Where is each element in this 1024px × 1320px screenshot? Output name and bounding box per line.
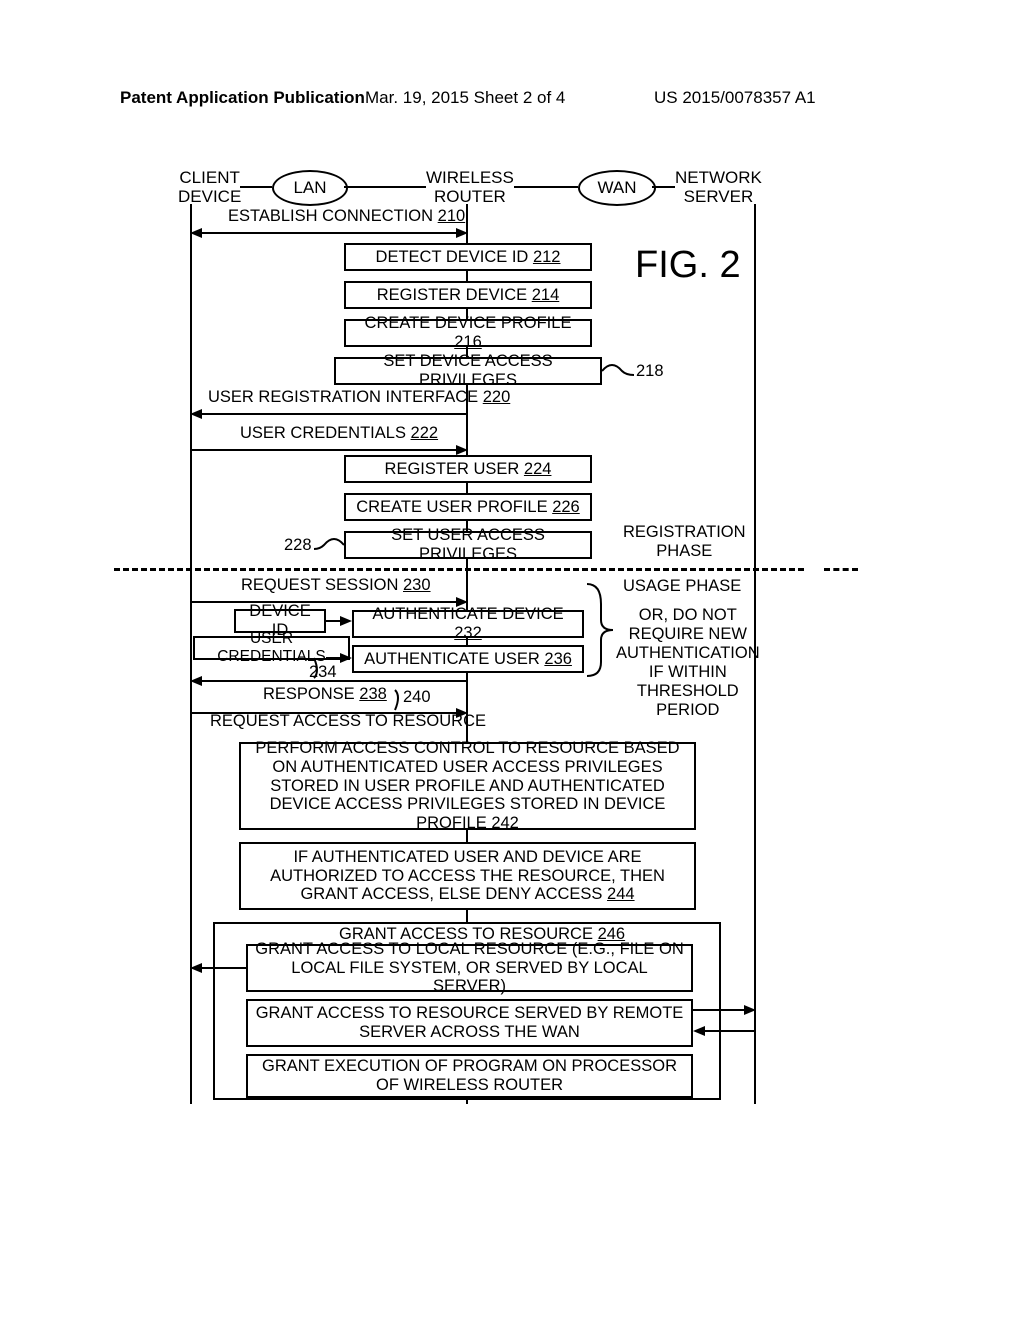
- register-user-text: REGISTER USER: [385, 460, 520, 478]
- arrow-grant-remote-in: [693, 1024, 756, 1038]
- box-register-user: REGISTER USER 224: [344, 455, 592, 483]
- create-device-profile-ref: 216: [454, 333, 482, 351]
- arrow-request-access: [190, 706, 468, 720]
- phase-divider-right: [824, 568, 858, 571]
- page-root: Patent Application Publication Mar. 19, …: [0, 0, 1024, 1320]
- create-user-profile-text: CREATE USER PROFILE: [356, 498, 547, 516]
- phase-divider: [114, 568, 804, 571]
- phase-usage: USAGE PHASE: [623, 577, 741, 596]
- stub-6: [466, 830, 468, 842]
- arrow-device-id: [326, 614, 352, 628]
- figure-label: FIG. 2: [635, 244, 741, 287]
- create-device-profile-text: CREATE DEVICE PROFILE: [365, 314, 572, 332]
- hline-client-lan: [240, 186, 272, 188]
- stub-2: [466, 309, 468, 319]
- lane-wireless-router: WIRELESS ROUTER: [426, 169, 514, 206]
- box-auth-user: AUTHENTICATE USER 236: [352, 645, 584, 673]
- box-grant-remote: GRANT ACCESS TO RESOURCE SERVED BY REMOT…: [246, 999, 693, 1047]
- side-note-auth: OR, DO NOT REQUIRE NEW AUTHENTICATION IF…: [616, 606, 760, 720]
- lane-client-device: CLIENT DEVICE: [178, 169, 241, 206]
- msg-user-cred: USER CREDENTIALS 222: [240, 424, 438, 443]
- create-user-profile-ref: 226: [552, 498, 580, 516]
- grant-remote-text: GRANT ACCESS TO RESOURCE SERVED BY REMOT…: [254, 1004, 685, 1042]
- leader-228: [314, 533, 344, 557]
- register-device-ref: 214: [532, 286, 560, 304]
- lane-lan-oval: LAN: [272, 170, 348, 206]
- msg-establish-ref: 210: [438, 207, 466, 225]
- user-reg-if-ref: 220: [483, 388, 511, 406]
- arrow-establish: [190, 226, 468, 240]
- auth-device-text: AUTHENTICATE DEVICE: [372, 605, 563, 623]
- auth-user-ref: 236: [544, 650, 572, 668]
- auth-device-ref: 232: [454, 624, 482, 642]
- box-grant-local: GRANT ACCESS TO LOCAL RESOURCE (E.G., FI…: [246, 944, 693, 992]
- box-set-device-priv: SET DEVICE ACCESS PRIVILEGES: [334, 357, 602, 385]
- perform-access-text: PERFORM ACCESS CONTROL TO RESOURCE BASED…: [255, 739, 679, 833]
- grant-exec-text: GRANT EXECUTION OF PROGRAM ON PROCESSOR …: [254, 1057, 685, 1095]
- set-device-priv-text: SET DEVICE ACCESS PRIVILEGES: [342, 352, 594, 390]
- ref-228: 228: [284, 536, 312, 555]
- grant-local-text: GRANT ACCESS TO LOCAL RESOURCE (E.G., FI…: [254, 940, 685, 997]
- header-publication: Patent Application Publication: [120, 88, 365, 108]
- if-authorized-ref: 244: [607, 885, 635, 903]
- phase-registration: REGISTRATION PHASE: [623, 523, 746, 561]
- hline-wan-server: [652, 186, 675, 188]
- box-create-device-profile: CREATE DEVICE PROFILE 216: [344, 319, 592, 347]
- register-device-text: REGISTER DEVICE: [377, 286, 527, 304]
- register-user-ref: 224: [524, 460, 552, 478]
- ref-218: 218: [636, 362, 664, 381]
- user-cred-ref: 222: [411, 424, 439, 442]
- box-set-user-priv: SET USER ACCESS PRIVILEGES: [344, 531, 592, 559]
- stub-4: [466, 483, 468, 493]
- arrow-user-reg-if: [190, 407, 468, 421]
- box-detect-device-id: DETECT DEVICE ID 212: [344, 243, 592, 271]
- arrow-user-cred-2: [326, 651, 352, 665]
- user-reg-if-text: USER REGISTRATION INTERFACE: [208, 388, 478, 406]
- lane-network-server: NETWORK SERVER: [675, 169, 762, 206]
- msg-establish-connection: ESTABLISH CONNECTION 210: [228, 207, 465, 226]
- box-if-authorized: IF AUTHENTICATED USER AND DEVICE ARE AUT…: [239, 842, 696, 910]
- hline-lan-router: [344, 186, 426, 188]
- header-pubnum: US 2015/0078357 A1: [654, 88, 816, 108]
- msg-request-session: REQUEST SESSION 230: [241, 576, 431, 595]
- detect-device-text: DETECT DEVICE ID: [376, 248, 529, 266]
- request-session-text: REQUEST SESSION: [241, 576, 398, 594]
- box-grant-exec: GRANT EXECUTION OF PROGRAM ON PROCESSOR …: [246, 1054, 693, 1098]
- hline-router-wan: [514, 186, 578, 188]
- stub-1: [466, 271, 468, 281]
- arrow-grant-remote-out: [693, 1003, 756, 1017]
- box-create-user-profile: CREATE USER PROFILE 226: [344, 493, 592, 521]
- arrow-grant-local: [190, 961, 246, 975]
- box-register-device: REGISTER DEVICE 214: [344, 281, 592, 309]
- leader-218: [602, 359, 634, 383]
- stub-7: [466, 910, 468, 922]
- lane-wan-oval: WAN: [578, 170, 656, 206]
- user-cred-text: USER CREDENTIALS: [240, 424, 406, 442]
- brace-usage: [587, 578, 617, 682]
- ref-240: 240: [403, 688, 431, 707]
- if-authorized-text: IF AUTHENTICATED USER AND DEVICE ARE AUT…: [270, 848, 665, 904]
- auth-user-text: AUTHENTICATE USER: [364, 650, 540, 668]
- header-date-sheet: Mar. 19, 2015 Sheet 2 of 4: [365, 88, 565, 108]
- set-user-priv-text: SET USER ACCESS PRIVILEGES: [352, 526, 584, 564]
- box-auth-device: AUTHENTICATE DEVICE 232: [352, 610, 584, 638]
- request-session-ref: 230: [403, 576, 431, 594]
- perform-access-ref: 242: [491, 814, 519, 832]
- msg-user-reg-if: USER REGISTRATION INTERFACE 220: [208, 388, 510, 407]
- box-perform-access: PERFORM ACCESS CONTROL TO RESOURCE BASED…: [239, 742, 696, 830]
- arrow-response: [190, 674, 468, 688]
- detect-device-ref: 212: [533, 248, 561, 266]
- msg-establish-text: ESTABLISH CONNECTION: [228, 207, 433, 225]
